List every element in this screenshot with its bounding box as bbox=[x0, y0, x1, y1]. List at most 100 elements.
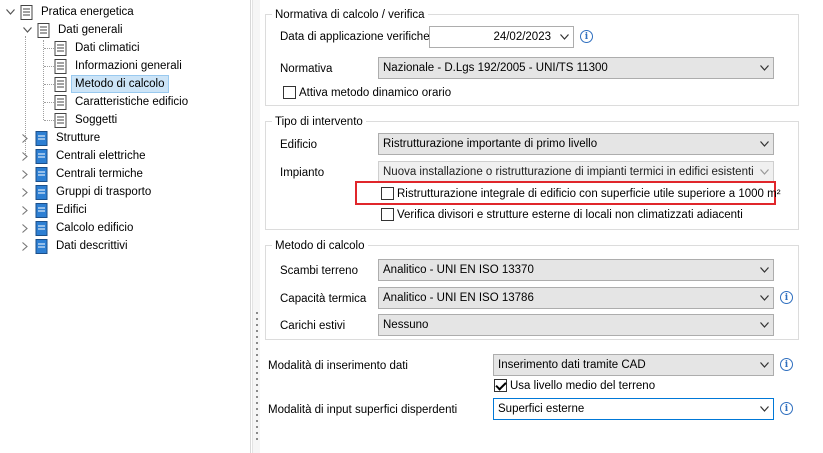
tree-node-calcolo-edificio[interactable]: Calcolo edificio bbox=[19, 219, 137, 237]
tree-node-informazioni-generali[interactable]: Informazioni generali bbox=[54, 57, 186, 75]
input-superfici-select[interactable]: Superfici esterne bbox=[493, 398, 774, 420]
chevron-down-icon[interactable] bbox=[755, 260, 773, 280]
tree-node-pratica-energetica[interactable]: Pratica energetica bbox=[4, 3, 138, 21]
chevron-down-icon[interactable] bbox=[755, 58, 773, 78]
document-icon bbox=[54, 40, 67, 56]
chevron-right-icon[interactable] bbox=[19, 183, 31, 201]
chevron-down-icon[interactable] bbox=[755, 399, 773, 419]
chevron-right-icon[interactable] bbox=[19, 147, 31, 165]
folder-doc-icon bbox=[35, 166, 48, 182]
tree-node-edifici[interactable]: Edifici bbox=[19, 201, 91, 219]
splitter-grip bbox=[256, 360, 258, 362]
impianto-select[interactable]: Nuova installazione o ristrutturazione d… bbox=[378, 161, 774, 183]
info-icon[interactable]: i bbox=[780, 291, 793, 304]
verifica-divisori-checkbox[interactable]: Verifica divisori e strutture esterne di… bbox=[381, 208, 743, 221]
tree-node-strutture[interactable]: Strutture bbox=[19, 129, 104, 147]
livello-medio-terreno-checkbox[interactable]: Usa livello medio del terreno bbox=[494, 379, 655, 392]
chevron-down-icon[interactable] bbox=[755, 315, 773, 335]
tree-label: Pratica energetica bbox=[41, 6, 134, 18]
chevron-right-icon[interactable] bbox=[19, 129, 31, 147]
modalita-inserimento-value: Inserimento dati tramite CAD bbox=[498, 359, 646, 371]
modalita-inserimento-select[interactable]: Inserimento dati tramite CAD bbox=[493, 354, 774, 376]
settings-panel: Normativa di calcolo / verifica Data di … bbox=[261, 0, 823, 453]
chevron-right-icon[interactable] bbox=[19, 201, 31, 219]
checkbox-box[interactable] bbox=[283, 86, 296, 99]
edificio-value: Ristrutturazione importante di primo liv… bbox=[383, 138, 598, 150]
chevron-down-icon[interactable] bbox=[755, 288, 773, 308]
folder-doc-icon bbox=[35, 130, 48, 146]
splitter-grip bbox=[256, 336, 258, 338]
splitter-grip bbox=[256, 366, 258, 368]
tree-node-soggetti[interactable]: Soggetti bbox=[54, 111, 121, 129]
tree-node-gruppi-di-trasporto[interactable]: Gruppi di trasporto bbox=[19, 183, 155, 201]
tree-node-metodo-di-calcolo[interactable]: Metodo di calcolo bbox=[54, 75, 169, 93]
carichi-estivi-value: Nessuno bbox=[383, 319, 429, 331]
tree-label: Gruppi di trasporto bbox=[56, 186, 152, 198]
tree-node-dati-generali[interactable]: Dati generali bbox=[21, 21, 127, 39]
panel-splitter[interactable] bbox=[252, 0, 260, 453]
date-label: Data di applicazione verifiche bbox=[280, 31, 430, 43]
chevron-right-icon[interactable] bbox=[19, 165, 31, 183]
chevron-down-icon[interactable] bbox=[21, 21, 33, 39]
tree-node-dati-climatici[interactable]: Dati climatici bbox=[54, 39, 144, 57]
capacita-termica-value: Analitico - UNI EN ISO 13786 bbox=[383, 292, 534, 304]
chevron-down-icon[interactable] bbox=[755, 162, 773, 182]
input-superfici-value: Superfici esterne bbox=[498, 403, 585, 415]
info-icon[interactable]: i bbox=[780, 358, 793, 371]
document-icon bbox=[54, 76, 67, 92]
ristrutturazione-integrale-checkbox[interactable]: Ristrutturazione integrale di edificio c… bbox=[381, 187, 781, 200]
normativa-select[interactable]: Nazionale - D.Lgs 192/2005 - UNI/TS 1130… bbox=[378, 57, 774, 79]
chevron-down-icon[interactable] bbox=[755, 355, 773, 375]
group-title: Normativa di calcolo / verifica bbox=[272, 8, 428, 22]
chevron-right-icon[interactable] bbox=[19, 237, 31, 255]
modalita-inserimento-label: Modalità di inserimento dati bbox=[268, 360, 408, 372]
chevron-down-icon[interactable] bbox=[555, 27, 573, 47]
edificio-label: Edificio bbox=[280, 139, 318, 151]
splitter-grip bbox=[256, 330, 258, 332]
folder-doc-icon bbox=[35, 238, 48, 254]
checkbox-label: Ristrutturazione integrale di edificio c… bbox=[397, 187, 781, 200]
capacita-termica-select[interactable]: Analitico - UNI EN ISO 13786 bbox=[378, 287, 774, 309]
tree-node-centrali-termiche[interactable]: Centrali termiche bbox=[19, 165, 147, 183]
chevron-down-icon[interactable] bbox=[755, 134, 773, 154]
date-picker[interactable]: 24/02/2023 bbox=[429, 26, 574, 48]
info-icon[interactable]: i bbox=[780, 402, 793, 415]
splitter-grip bbox=[256, 390, 258, 392]
tree-label: Dati climatici bbox=[75, 42, 140, 54]
chevron-down-icon[interactable] bbox=[4, 3, 16, 21]
carichi-estivi-select[interactable]: Nessuno bbox=[378, 314, 774, 336]
info-icon[interactable]: i bbox=[580, 30, 593, 43]
checkbox-box[interactable] bbox=[381, 208, 394, 221]
tree-label: Edifici bbox=[56, 204, 87, 216]
folder-doc-icon bbox=[35, 184, 48, 200]
group-title: Tipo di intervento bbox=[272, 115, 366, 129]
chevron-right-icon[interactable] bbox=[19, 219, 31, 237]
edificio-select[interactable]: Ristrutturazione importante di primo liv… bbox=[378, 133, 774, 155]
document-icon bbox=[54, 94, 67, 110]
splitter-grip bbox=[256, 432, 258, 434]
tree-node-centrali-elettriche[interactable]: Centrali elettriche bbox=[19, 147, 149, 165]
folder-doc-icon bbox=[35, 202, 48, 218]
dynamic-method-checkbox[interactable]: Attiva metodo dinamico orario bbox=[283, 86, 451, 99]
splitter-grip bbox=[256, 414, 258, 416]
splitter-grip bbox=[256, 396, 258, 398]
tree-branch bbox=[44, 120, 54, 121]
document-icon bbox=[20, 4, 33, 20]
splitter-grip bbox=[256, 324, 258, 326]
folder-doc-icon bbox=[35, 220, 48, 236]
impianto-label: Impianto bbox=[280, 167, 325, 179]
tree-node-caratteristiche-edificio[interactable]: Caratteristiche edificio bbox=[54, 93, 192, 111]
tree-branch bbox=[44, 48, 54, 49]
splitter-grip bbox=[256, 354, 258, 356]
scambi-terreno-label: Scambi terreno bbox=[280, 265, 358, 277]
tree-label: Centrali termiche bbox=[56, 168, 143, 180]
tree-branch bbox=[44, 84, 54, 85]
checkbox-box[interactable] bbox=[381, 187, 394, 200]
capacita-termica-label: Capacità termica bbox=[280, 293, 367, 305]
navigation-tree: Pratica energetica Dati generali Dati cl… bbox=[0, 0, 251, 453]
splitter-grip bbox=[256, 384, 258, 386]
tree-node-dati-descrittivi[interactable]: Dati descrittivi bbox=[19, 237, 132, 255]
checkbox-box[interactable] bbox=[494, 379, 507, 392]
checkbox-label: Verifica divisori e strutture esterne di… bbox=[397, 208, 743, 221]
scambi-terreno-select[interactable]: Analitico - UNI EN ISO 13370 bbox=[378, 259, 774, 281]
